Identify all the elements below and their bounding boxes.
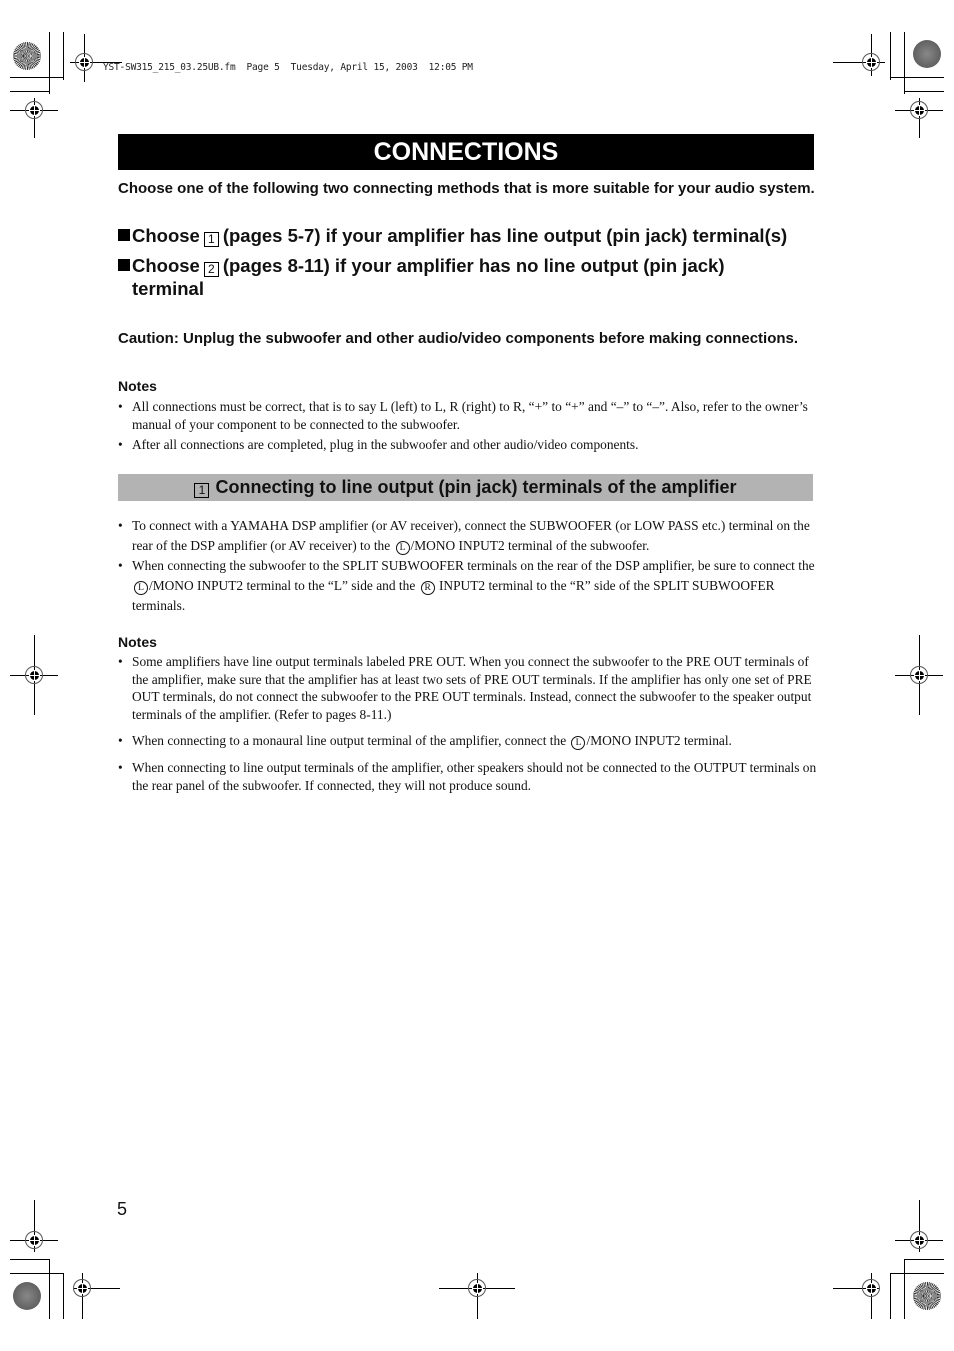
section-title: Connecting to line output (pin jack) ter… bbox=[215, 477, 737, 497]
circled-l-icon: L bbox=[134, 581, 148, 595]
choice-1: Choose 1 (pages 5-7) if your amplifier has… bbox=[118, 224, 828, 247]
crop-mark bbox=[63, 32, 64, 80]
choice-continuation: terminal bbox=[132, 278, 204, 299]
section-heading: 1 Connecting to line output (pin jack) te… bbox=[118, 474, 813, 501]
notes-list: Some amplifiers have line output termina… bbox=[118, 653, 818, 794]
section-item: To connect with a YAMAHA DSP amplifier (… bbox=[118, 516, 818, 556]
boxed-number: 1 bbox=[194, 483, 210, 498]
text: /MONO INPUT2 terminal. bbox=[586, 733, 732, 748]
circled-l-icon: L bbox=[571, 736, 586, 750]
choice-prefix: Choose bbox=[132, 255, 200, 276]
crop-mark bbox=[890, 1273, 944, 1274]
notes-list: All connections must be correct, that is… bbox=[118, 398, 818, 454]
boxed-number: 1 bbox=[203, 232, 219, 247]
circled-l-icon: L bbox=[395, 541, 410, 555]
square-bullet-icon bbox=[118, 259, 130, 271]
boxed-number: 2 bbox=[203, 262, 219, 277]
crop-mark bbox=[904, 32, 905, 94]
note-item: When connecting to line output terminals… bbox=[118, 759, 818, 794]
crop-mark bbox=[49, 1259, 50, 1319]
crop-mark bbox=[49, 32, 50, 94]
text: Some amplifiers have line output termina… bbox=[132, 654, 812, 722]
square-bullet-icon bbox=[118, 229, 130, 241]
text: When connecting to line output terminals… bbox=[132, 760, 817, 793]
crop-mark bbox=[904, 91, 944, 92]
crop-mark bbox=[10, 91, 50, 92]
color-registration-disk-top-right bbox=[913, 40, 941, 68]
choice-text: (pages 8-11) if your amplifier has no li… bbox=[222, 255, 725, 276]
crop-mark bbox=[10, 1273, 64, 1274]
choice-prefix: Choose bbox=[132, 225, 200, 246]
choice-2: Choose 2 (pages 8-11) if your amplifier ha… bbox=[118, 254, 828, 300]
color-registration-disk-bottom-left bbox=[13, 1282, 41, 1310]
intro-text: Choose one of the following two connecti… bbox=[118, 180, 815, 197]
color-registration-disk-bottom-right bbox=[913, 1282, 941, 1310]
text: /MONO INPUT2 terminal of the subwoofer. bbox=[410, 538, 650, 553]
section-list: To connect with a YAMAHA DSP amplifier (… bbox=[118, 516, 818, 616]
crop-mark bbox=[890, 77, 944, 78]
text: When connecting to a monaural line outpu… bbox=[132, 733, 570, 748]
page-title: CONNECTIONS bbox=[118, 134, 814, 170]
section-item: When connecting the subwoofer to the SPL… bbox=[118, 556, 818, 616]
note-item: When connecting to a monaural line outpu… bbox=[118, 732, 818, 750]
notes-heading: Notes bbox=[118, 378, 157, 394]
crop-mark bbox=[10, 77, 63, 78]
crop-mark bbox=[904, 1259, 944, 1260]
crop-mark bbox=[10, 1259, 50, 1260]
text: /MONO INPUT2 terminal to the “L” side an… bbox=[149, 578, 419, 593]
choice-text: (pages 5-7) if your amplifier has line o… bbox=[222, 225, 788, 246]
color-registration-disk-top-left bbox=[13, 42, 41, 70]
notes-heading: Notes bbox=[118, 634, 157, 650]
text: When connecting the subwoofer to the SPL… bbox=[132, 558, 815, 573]
note-item: All connections must be correct, that is… bbox=[118, 398, 818, 433]
file-info-header: YST-SW315_215_03.25UB.fm Page 5 Tuesday,… bbox=[103, 62, 473, 73]
page-number: 5 bbox=[117, 1199, 128, 1219]
note-item: After all connections are completed, plu… bbox=[118, 436, 818, 454]
crop-mark bbox=[904, 1259, 905, 1319]
caution-text: Caution: Unplug the subwoofer and other … bbox=[118, 330, 799, 347]
crop-mark bbox=[63, 1273, 64, 1319]
circled-r-icon: R bbox=[420, 581, 435, 595]
note-item: Some amplifiers have line output termina… bbox=[118, 653, 818, 723]
crop-mark bbox=[890, 32, 891, 80]
crop-mark bbox=[890, 1273, 891, 1319]
